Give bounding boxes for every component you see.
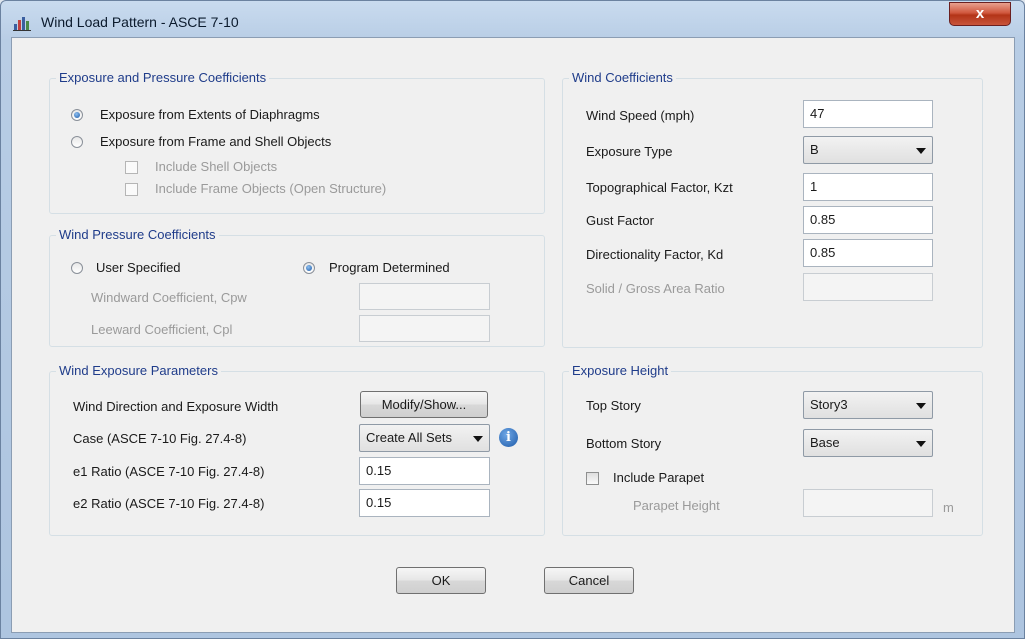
wind-speed-label: Wind Speed (mph): [586, 108, 695, 123]
ok-button[interactable]: OK: [396, 567, 486, 594]
include-shell-label: Include Shell Objects: [155, 159, 278, 174]
top-story-value: Story3: [810, 397, 848, 412]
app-icon: [13, 17, 31, 31]
include-shell-checkbox[interactable]: [125, 161, 138, 174]
bottom-story-select[interactable]: Base: [803, 429, 933, 457]
gust-factor-field[interactable]: 0.85: [803, 206, 933, 234]
wind-exposure-title: Wind Exposure Parameters: [56, 363, 221, 378]
e1-ratio-field[interactable]: 0.15: [359, 457, 490, 485]
wind-direction-label: Wind Direction and Exposure Width: [73, 399, 279, 414]
e1-ratio-label: e1 Ratio (ASCE 7-10 Fig. 27.4-8): [73, 464, 265, 479]
include-parapet-checkbox[interactable]: [586, 472, 599, 485]
exposure-diaphragms-radio[interactable]: [71, 109, 83, 121]
dialog-window: Wind Load Pattern - ASCE 7-10 x Exposure…: [0, 0, 1025, 639]
directionality-factor-field[interactable]: 0.85: [803, 239, 933, 267]
close-icon: x: [975, 5, 985, 22]
user-specified-radio[interactable]: [71, 262, 83, 274]
exposure-diaphragms-label[interactable]: Exposure from Extents of Diaphragms: [100, 107, 320, 122]
windward-coefficient-field[interactable]: [359, 283, 490, 310]
wind-speed-field[interactable]: 47: [803, 100, 933, 128]
e2-ratio-label: e2 Ratio (ASCE 7-10 Fig. 27.4-8): [73, 496, 265, 511]
case-label: Case (ASCE 7-10 Fig. 27.4-8): [73, 431, 247, 446]
user-specified-label[interactable]: User Specified: [96, 260, 181, 275]
e2-ratio-field[interactable]: 0.15: [359, 489, 490, 517]
program-determined-label[interactable]: Program Determined: [329, 260, 450, 275]
close-button[interactable]: x: [949, 2, 1011, 26]
parapet-height-label: Parapet Height: [633, 498, 720, 513]
modify-show-button[interactable]: Modify/Show...: [360, 391, 488, 418]
directionality-factor-label: Directionality Factor, Kd: [586, 247, 724, 262]
title-bar[interactable]: Wind Load Pattern - ASCE 7-10 x: [1, 1, 1024, 37]
top-story-select[interactable]: Story3: [803, 391, 933, 419]
dialog-client-area: Exposure and Pressure Coefficients Expos…: [11, 37, 1015, 633]
exposure-pressure-title: Exposure and Pressure Coefficients: [56, 70, 270, 85]
window-title: Wind Load Pattern - ASCE 7-10: [41, 14, 239, 30]
case-select[interactable]: Create All Sets: [359, 424, 490, 452]
wind-coefficients-title: Wind Coefficients: [569, 70, 676, 85]
include-frame-checkbox[interactable]: [125, 183, 138, 196]
info-icon[interactable]: i: [499, 428, 518, 447]
exposure-frame-shell-label[interactable]: Exposure from Frame and Shell Objects: [100, 134, 331, 149]
leeward-coefficient-label: Leeward Coefficient, Cpl: [91, 322, 233, 337]
case-select-value: Create All Sets: [366, 430, 452, 445]
topographical-factor-label: Topographical Factor, Kzt: [586, 180, 733, 195]
cancel-button[interactable]: Cancel: [544, 567, 634, 594]
solid-gross-area-field[interactable]: [803, 273, 933, 301]
exposure-frame-shell-radio[interactable]: [71, 136, 83, 148]
top-story-label: Top Story: [586, 398, 641, 413]
windward-coefficient-label: Windward Coefficient, Cpw: [91, 290, 247, 305]
bottom-story-value: Base: [810, 435, 840, 450]
exposure-type-value: B: [810, 142, 819, 157]
exposure-type-label: Exposure Type: [586, 144, 673, 159]
chevron-down-icon: [916, 148, 926, 154]
wind-pressure-title: Wind Pressure Coefficients: [56, 227, 219, 242]
gust-factor-label: Gust Factor: [586, 213, 654, 228]
bottom-story-label: Bottom Story: [586, 436, 662, 451]
chevron-down-icon: [473, 436, 483, 442]
program-determined-radio[interactable]: [303, 262, 315, 274]
include-frame-label: Include Frame Objects (Open Structure): [155, 181, 387, 196]
exposure-height-title: Exposure Height: [569, 363, 672, 378]
include-parapet-label[interactable]: Include Parapet: [613, 470, 704, 485]
parapet-unit-label: m: [943, 500, 954, 515]
exposure-type-select[interactable]: B: [803, 136, 933, 164]
leeward-coefficient-field[interactable]: [359, 315, 490, 342]
parapet-height-field[interactable]: [803, 489, 933, 517]
topographical-factor-field[interactable]: 1: [803, 173, 933, 201]
solid-gross-area-label: Solid / Gross Area Ratio: [586, 281, 725, 296]
chevron-down-icon: [916, 441, 926, 447]
chevron-down-icon: [916, 403, 926, 409]
